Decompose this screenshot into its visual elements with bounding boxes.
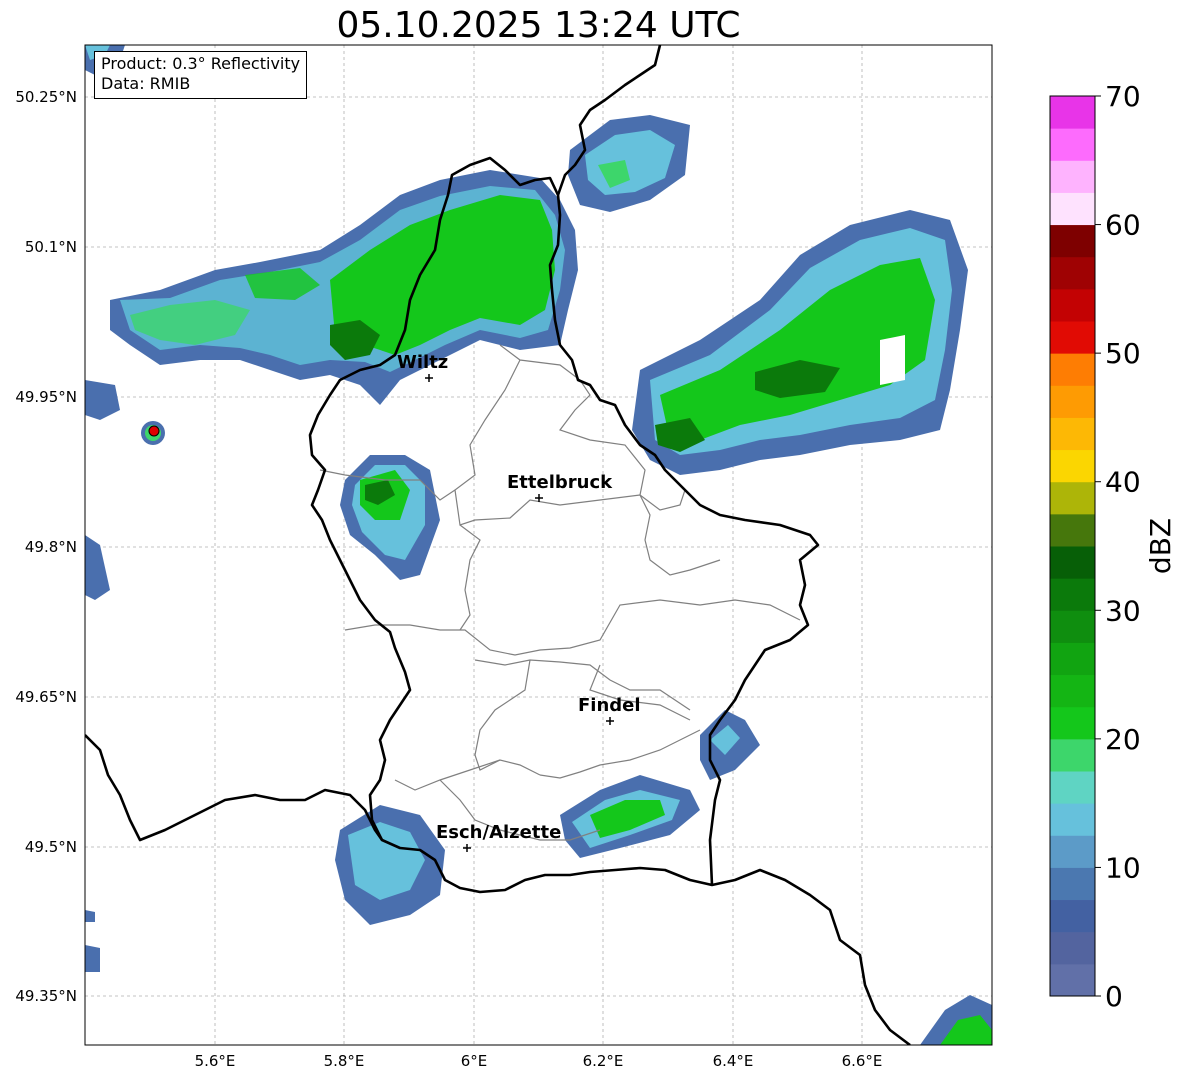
colorbar-segment xyxy=(1050,417,1095,451)
colorbar-tick-label: 20 xyxy=(1105,723,1141,756)
product-info-box: Product: 0.3° Reflectivity Data: RMIB xyxy=(94,51,308,99)
colorbar-segment xyxy=(1050,803,1095,836)
colorbar-segment xyxy=(1050,321,1095,354)
lat-tick-label: 50.25°N xyxy=(15,88,77,106)
radar-echo-west-cell xyxy=(85,455,440,600)
lat-tick-label: 49.65°N xyxy=(15,688,77,706)
colorbar-segment xyxy=(1050,931,1095,965)
lat-tick-label: 50.1°N xyxy=(25,238,77,256)
radar-echo-northwest xyxy=(85,45,578,445)
colorbar xyxy=(1050,96,1095,997)
lon-tick-label: 5.6°E xyxy=(195,1052,236,1070)
colorbar-tick-label: 30 xyxy=(1105,594,1141,627)
lat-tick-label: 49.8°N xyxy=(25,538,77,556)
lon-tick-label: 5.8°E xyxy=(324,1052,365,1070)
lon-tick-label: 6°E xyxy=(461,1052,488,1070)
city-label-esch-alzette: Esch/Alzette xyxy=(436,822,561,843)
colorbar-segment xyxy=(1050,867,1095,901)
colorbar-tick-label: 10 xyxy=(1105,851,1141,884)
map-title: 05.10.2025 13:24 UTC xyxy=(336,5,741,46)
colorbar-segment xyxy=(1050,642,1095,676)
colorbar-segment xyxy=(1050,385,1095,418)
lat-tick-label: 49.5°N xyxy=(25,838,77,856)
lat-tick-label: 49.95°N xyxy=(15,388,77,406)
colorbar-tick-label: 50 xyxy=(1105,337,1141,370)
colorbar-label: dBZ xyxy=(1144,518,1177,574)
radar-site-marker xyxy=(148,425,160,437)
colorbar-segment xyxy=(1050,353,1095,386)
lon-tick-label: 6.2°E xyxy=(583,1052,624,1070)
lat-tick-label: 49.35°N xyxy=(15,987,77,1005)
city-label-ettelbruck: Ettelbruck xyxy=(507,472,613,493)
colorbar-tick-label: 40 xyxy=(1105,466,1141,499)
colorbar-tick-label: 70 xyxy=(1105,80,1141,113)
colorbar-segment xyxy=(1050,481,1095,515)
colorbar-segment xyxy=(1050,128,1095,161)
colorbar-tick-label: 0 xyxy=(1105,980,1123,1013)
colorbar-segment xyxy=(1050,674,1095,708)
radar-map: Wiltz Ettelbruck Findel Esch/Alzette 50.… xyxy=(15,44,1177,1070)
lon-tick-label: 6.4°E xyxy=(713,1052,754,1070)
radar-echo-north xyxy=(568,115,690,212)
colorbar-segment xyxy=(1050,899,1095,933)
colorbar-segment xyxy=(1050,963,1095,997)
colorbar-segment xyxy=(1050,513,1095,547)
city-markers xyxy=(425,374,614,852)
product-info-line: Product: 0.3° Reflectivity xyxy=(101,54,301,73)
colorbar-segment xyxy=(1050,578,1095,611)
colorbar-segment xyxy=(1050,224,1095,258)
lon-tick-label: 6.6°E xyxy=(842,1052,883,1070)
city-label-wiltz: Wiltz xyxy=(397,352,448,373)
city-label-findel: Findel xyxy=(578,695,641,716)
colorbar-segment xyxy=(1050,610,1095,643)
colorbar-segment xyxy=(1050,96,1095,129)
colorbar-segment xyxy=(1050,449,1095,483)
colorbar-segment xyxy=(1050,546,1095,579)
data-source-line: Data: RMIB xyxy=(101,74,191,93)
colorbar-segment xyxy=(1050,256,1095,290)
colorbar-segment xyxy=(1050,288,1095,322)
colorbar-segment xyxy=(1050,771,1095,804)
colorbar-segment xyxy=(1050,192,1095,226)
colorbar-segment xyxy=(1050,738,1095,772)
colorbar-ticks: 0 10 20 30 40 50 60 70 xyxy=(1095,80,1141,1013)
colorbar-segment xyxy=(1050,706,1095,740)
radar-echo-east xyxy=(632,210,968,475)
colorbar-segment xyxy=(1050,160,1095,193)
colorbar-tick-label: 60 xyxy=(1105,209,1141,242)
colorbar-segment xyxy=(1050,835,1095,868)
